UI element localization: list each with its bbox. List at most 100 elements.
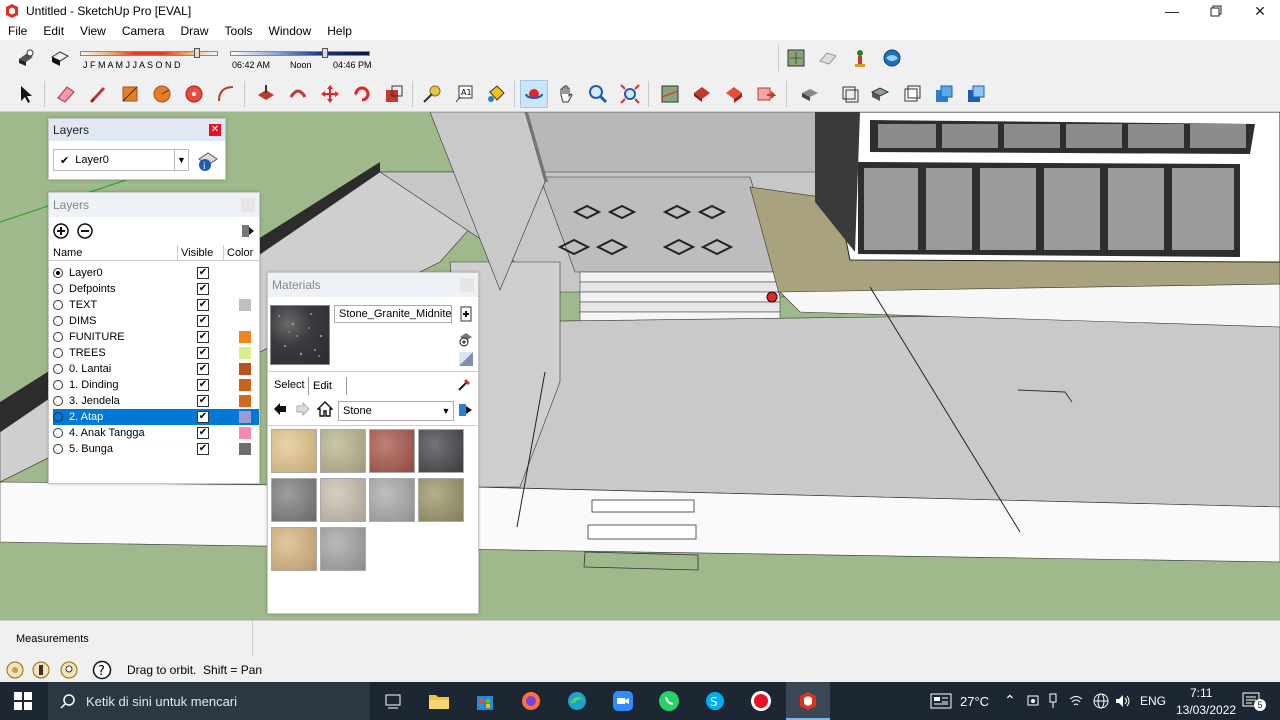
active-layer-radio[interactable] [53, 428, 63, 438]
active-layer-radio[interactable] [53, 300, 63, 310]
xray-style-icon[interactable] [836, 80, 864, 108]
file-explorer-icon[interactable] [426, 688, 452, 714]
material-thumbnail[interactable] [320, 429, 366, 473]
menu-edit[interactable]: Edit [35, 24, 72, 38]
visible-column-header[interactable]: Visible [181, 247, 213, 259]
sample-paint-icon[interactable] [456, 375, 474, 393]
close-window-icon[interactable]: ✕ [1238, 0, 1280, 22]
material-thumbnail[interactable] [271, 429, 317, 473]
add-layer-icon[interactable] [53, 223, 69, 239]
layer-name[interactable]: 4. Anak Tangga [67, 427, 191, 439]
display-shadows-icon[interactable] [46, 44, 74, 72]
menu-tools[interactable]: Tools [217, 24, 261, 38]
paint-bucket-tool-icon[interactable] [482, 80, 510, 108]
layer-color-swatch[interactable] [239, 427, 251, 439]
name-column-header[interactable]: Name [53, 247, 82, 259]
model-viewport[interactable]: Layers ✕ ✔ Layer0 ▼ i Layers Name Visibl… [0, 112, 1280, 620]
layers-details-icon[interactable] [241, 223, 255, 239]
active-layer-radio[interactable] [53, 396, 63, 406]
time-slider[interactable]: 06:42 AM Noon 04:46 PM [230, 48, 372, 72]
weather-temp[interactable]: 27°C [960, 694, 989, 709]
layer-name[interactable]: TREES [67, 347, 191, 359]
month-slider-thumb[interactable] [194, 48, 200, 58]
chevron-up-icon[interactable]: ⌃ [1004, 692, 1016, 709]
monochrome-style-icon[interactable] [962, 80, 990, 108]
scale-tool-icon[interactable] [380, 80, 408, 108]
bluetooth-icon[interactable] [1068, 693, 1084, 709]
3d-warehouse-icon[interactable] [846, 44, 874, 72]
shaded-textures-style-icon[interactable] [930, 80, 958, 108]
tab-edit[interactable]: Edit [313, 380, 332, 392]
text-tool-icon[interactable]: A1 [450, 80, 478, 108]
menu-file[interactable]: File [0, 24, 35, 38]
layer-row[interactable]: 1. Dinding ✔ [53, 377, 259, 393]
add-location-icon[interactable] [814, 44, 842, 72]
skype-icon[interactable]: S [702, 688, 728, 714]
user-account-icon[interactable] [60, 661, 78, 679]
color-column-header[interactable]: Color [227, 247, 253, 259]
layer-name[interactable]: DIMS [67, 315, 191, 327]
credits-icon[interactable] [32, 661, 50, 679]
polygon-tool-icon[interactable] [180, 80, 208, 108]
layer-color-swatch[interactable] [239, 347, 251, 359]
geo-status-icon[interactable] [6, 661, 24, 679]
push-pull-tool-icon[interactable] [252, 80, 280, 108]
tab-select[interactable]: Select [274, 379, 305, 391]
delete-layer-icon[interactable] [77, 223, 93, 239]
share-component-icon[interactable] [752, 80, 780, 108]
geo-location-model-icon[interactable] [656, 80, 684, 108]
zoom-extents-icon[interactable] [616, 80, 644, 108]
back-arrow-icon[interactable] [272, 401, 288, 417]
visible-checkbox[interactable]: ✔ [197, 379, 209, 391]
wireframe-style-icon[interactable] [898, 80, 926, 108]
active-layer-radio[interactable] [53, 268, 63, 278]
menu-window[interactable]: Window [261, 24, 320, 38]
minimize-icon[interactable]: — [1150, 0, 1194, 22]
geo-location-icon[interactable] [782, 44, 810, 72]
edge-icon[interactable] [564, 688, 590, 714]
library-dropdown[interactable]: Stone ▼ [338, 401, 454, 421]
active-layer-radio[interactable] [53, 316, 63, 326]
clock-date[interactable]: 13/03/2022 [1176, 703, 1236, 717]
layer-row[interactable]: Defpoints ✔ [53, 281, 259, 297]
share-model-icon[interactable] [720, 80, 748, 108]
layer-color-swatch[interactable] [239, 363, 251, 375]
forward-arrow-icon[interactable] [295, 401, 311, 417]
visible-checkbox[interactable]: ✔ [197, 331, 209, 343]
layer-color-swatch[interactable] [239, 411, 251, 423]
taskbar-search[interactable]: Ketik di sini untuk mencari [48, 682, 370, 720]
month-slider[interactable]: J F M A M J J A S O N D [80, 48, 220, 72]
active-layer-radio[interactable] [53, 348, 63, 358]
close-layers-toolbar-icon[interactable]: ✕ [209, 124, 221, 136]
eraser-tool-icon[interactable] [52, 80, 80, 108]
store-icon[interactable] [472, 688, 498, 714]
layer-row[interactable]: 4. Anak Tangga ✔ [53, 425, 259, 441]
panel-menu-icon[interactable] [460, 278, 474, 292]
shadow-settings-icon[interactable] [12, 44, 40, 72]
layer-name[interactable]: 5. Bunga [67, 443, 191, 455]
move-tool-icon[interactable] [316, 80, 344, 108]
panel-menu-icon[interactable] [241, 198, 255, 212]
material-thumbnail[interactable] [418, 429, 464, 473]
layer-name[interactable]: TEXT [67, 299, 191, 311]
layer-row[interactable]: 5. Bunga ✔ [53, 441, 259, 457]
material-thumbnail[interactable] [369, 478, 415, 522]
extension-warehouse-icon[interactable] [878, 44, 906, 72]
material-thumbnail[interactable] [418, 478, 464, 522]
notifications-icon[interactable]: 5 [1242, 691, 1266, 711]
network-globe-icon[interactable] [1092, 692, 1110, 710]
layer-row[interactable]: FUNITURE ✔ [53, 329, 259, 345]
active-layer-radio[interactable] [53, 332, 63, 342]
follow-me-tool-icon[interactable] [284, 80, 312, 108]
layer-color-swatch[interactable] [239, 443, 251, 455]
display-secondary-pane-icon[interactable] [458, 305, 474, 323]
active-layer-radio[interactable] [53, 444, 63, 454]
language-indicator[interactable]: ENG [1140, 694, 1166, 708]
material-thumbnail[interactable] [320, 478, 366, 522]
layer-color-swatch[interactable] [239, 331, 251, 343]
material-thumbnail[interactable] [369, 429, 415, 473]
visible-checkbox[interactable]: ✔ [197, 363, 209, 375]
tape-measure-tool-icon[interactable] [418, 80, 446, 108]
visible-checkbox[interactable]: ✔ [197, 315, 209, 327]
visible-checkbox[interactable]: ✔ [197, 427, 209, 439]
